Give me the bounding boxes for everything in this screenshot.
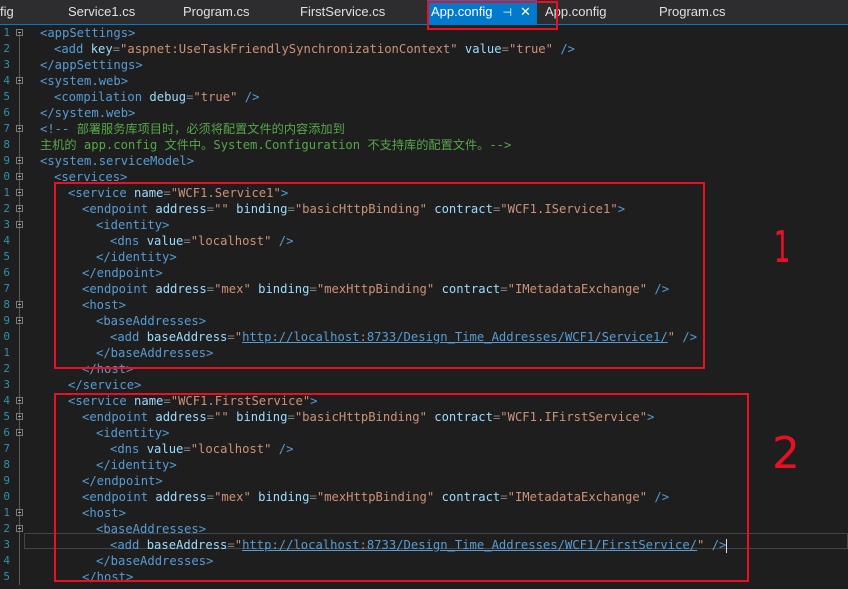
fold-toggle-icon[interactable] — [14, 201, 26, 217]
line-number: 5 — [3, 410, 10, 423]
line-number: 0 — [3, 330, 10, 343]
line-number: 7 — [3, 282, 10, 295]
line-number: 2 — [3, 202, 10, 215]
fold-toggle-icon[interactable] — [14, 121, 26, 137]
fold-toggle-icon[interactable] — [14, 25, 26, 41]
line-number: 2 — [3, 362, 10, 375]
fold-toggle-icon[interactable] — [14, 505, 26, 521]
line-number: 3 — [3, 378, 10, 391]
line-number: 6 — [3, 426, 10, 439]
tab-label: Program.cs — [659, 4, 726, 19]
line-number: 9 — [3, 154, 10, 167]
code-token: debug — [149, 90, 187, 104]
code-token: "true" — [508, 42, 553, 56]
annotation-box-tab — [427, 1, 558, 30]
line-number: 1 — [3, 506, 10, 519]
code-token: </system.web> — [40, 106, 136, 120]
fold-toggle-icon[interactable] — [14, 185, 26, 201]
code-token: = — [112, 42, 121, 56]
line-number: 4 — [3, 394, 10, 407]
code-token: <!-- — [40, 122, 77, 136]
line-number: 5 — [3, 570, 10, 583]
annotation-box-1 — [54, 182, 705, 369]
tab-label: Program.cs — [183, 4, 250, 19]
tab-label: Service1.cs — [68, 4, 136, 19]
code-line[interactable]: <system.serviceModel> — [40, 153, 194, 169]
line-number: 6 — [3, 266, 10, 279]
fold-toggle-icon[interactable] — [14, 313, 26, 329]
fold-toggle-icon[interactable] — [14, 153, 26, 169]
fold-toggle-icon[interactable] — [14, 521, 26, 537]
tab-program-cs-2[interactable]: Program.cs — [659, 0, 725, 24]
fold-toggle-icon[interactable] — [14, 73, 26, 89]
tab-app-config-partial[interactable]: fig — [0, 0, 14, 24]
fold-toggle-icon[interactable] — [14, 297, 26, 313]
line-number: 1 — [3, 186, 10, 199]
code-token: </appSettings> — [40, 58, 143, 72]
code-line[interactable]: </system.web> — [40, 105, 135, 121]
line-number: 8 — [3, 458, 10, 471]
tab-program-cs[interactable]: Program.cs — [183, 0, 249, 24]
line-number: 2 — [3, 42, 10, 55]
line-number: 1 — [3, 346, 10, 359]
tab-label: fig — [0, 4, 14, 19]
code-token: 主机的 app.config 文件中。System.Configuration … — [40, 138, 512, 152]
code-line[interactable]: <compilation debug="true" /> — [54, 89, 259, 105]
line-number: 7 — [3, 442, 10, 455]
line-number: 0 — [3, 170, 10, 183]
line-number: 8 — [3, 138, 10, 151]
code-token: 部署服务库项目时，必须将配置文件的内容添加到 — [76, 122, 345, 136]
code-token: <system.serviceModel> — [40, 154, 195, 168]
code-token: "true" — [193, 90, 238, 104]
line-number: 7 — [3, 122, 10, 135]
line-number: 9 — [3, 314, 10, 327]
line-number: 4 — [3, 74, 10, 87]
code-token: <add — [54, 42, 91, 56]
code-token: = — [501, 42, 509, 56]
line-number: 3 — [3, 58, 10, 71]
code-token: <compilation — [54, 90, 150, 104]
line-number: 4 — [3, 554, 10, 567]
document-tab-bar: fig Service1.cs Program.cs FirstService.… — [0, 0, 848, 25]
code-token: key — [90, 42, 113, 56]
code-token: <appSettings> — [40, 26, 136, 40]
code-line[interactable]: 主机的 app.config 文件中。System.Configuration … — [40, 137, 511, 153]
code-token: </service> — [68, 378, 142, 392]
code-token: /> — [552, 42, 575, 56]
code-token: value — [457, 42, 502, 56]
line-number: 1 — [3, 26, 10, 39]
fold-toggle-icon[interactable] — [14, 409, 26, 425]
code-line[interactable]: <system.web> — [40, 73, 128, 89]
code-line[interactable]: </service> — [68, 377, 141, 393]
code-line[interactable]: </appSettings> — [40, 57, 143, 73]
line-number: 3 — [3, 538, 10, 551]
fold-toggle-icon[interactable] — [14, 169, 26, 185]
code-line[interactable]: <appSettings> — [40, 25, 135, 41]
line-number: 0 — [3, 490, 10, 503]
line-number: 4 — [3, 234, 10, 247]
code-token: <system.web> — [40, 74, 129, 88]
annotation-number-2: 2 — [772, 428, 800, 479]
line-number: 5 — [3, 90, 10, 103]
line-number: 9 — [3, 474, 10, 487]
line-number: 8 — [3, 298, 10, 311]
annotation-number-1: 1 — [773, 222, 791, 273]
line-number: 3 — [3, 218, 10, 231]
tab-service1-cs[interactable]: Service1.cs — [68, 0, 135, 24]
code-line[interactable]: <add key="aspnet:UseTaskFriendlySynchron… — [54, 41, 575, 57]
code-line[interactable]: <!-- 部署服务库项目时，必须将配置文件的内容添加到 — [40, 121, 345, 137]
fold-toggle-icon[interactable] — [14, 393, 26, 409]
tab-firstservice-cs[interactable]: FirstService.cs — [300, 0, 385, 24]
line-number: 6 — [3, 106, 10, 119]
code-token: "aspnet:UseTaskFriendlySynchronizationCo… — [120, 42, 458, 56]
annotation-box-2 — [54, 393, 749, 582]
fold-toggle-icon[interactable] — [14, 425, 26, 441]
code-token: /> — [237, 90, 260, 104]
line-number: 5 — [3, 250, 10, 263]
tab-label: FirstService.cs — [300, 4, 386, 19]
fold-toggle-icon[interactable] — [14, 217, 26, 233]
line-number: 2 — [3, 522, 10, 535]
